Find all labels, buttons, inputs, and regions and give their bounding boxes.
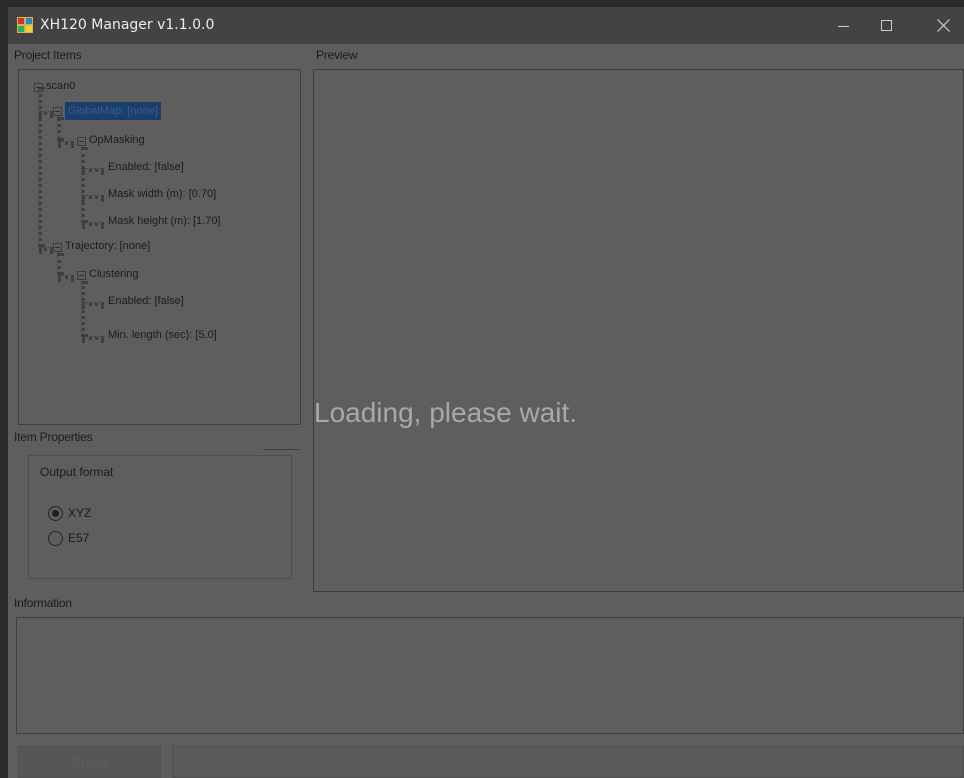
information-label: Information bbox=[14, 596, 72, 610]
tree-connector bbox=[39, 247, 53, 251]
tree-collapse-icon[interactable] bbox=[34, 83, 43, 92]
tree-node-mask-height[interactable]: Mask height (m): [1.70] bbox=[108, 215, 221, 227]
radio-xyz-label[interactable]: XYZ bbox=[68, 506, 91, 520]
tree-connector bbox=[58, 141, 74, 145]
tree-node-clustering-enabled[interactable]: Enabled: [false] bbox=[108, 295, 184, 307]
item-properties-label: Item Properties bbox=[14, 430, 93, 444]
preview-panel[interactable]: Loading, please wait. bbox=[313, 69, 964, 592]
tree-connector bbox=[39, 111, 53, 115]
tree-connector bbox=[57, 117, 61, 141]
tree-connector bbox=[81, 147, 85, 223]
project-items-label: Project Items bbox=[14, 48, 82, 62]
tree-node-trajectory[interactable]: Trajectory: [none] bbox=[65, 240, 150, 252]
close-icon bbox=[937, 19, 950, 32]
maximize-button[interactable] bbox=[863, 7, 911, 44]
minimize-icon bbox=[838, 26, 849, 27]
close-button[interactable] bbox=[920, 7, 964, 44]
export-button[interactable]: Export bbox=[18, 746, 161, 778]
tree-collapse-icon[interactable] bbox=[77, 271, 86, 280]
window-title: XH120 Manager v1.1.0.0 bbox=[40, 17, 215, 33]
information-box[interactable] bbox=[16, 617, 964, 734]
tree-connector bbox=[82, 336, 104, 340]
tree-connector bbox=[82, 222, 104, 226]
output-format-legend: Output format bbox=[38, 465, 116, 479]
tree-node-opmasking[interactable]: OpMasking bbox=[89, 134, 145, 146]
tree-collapse-icon[interactable] bbox=[77, 137, 86, 146]
tree-collapse-icon[interactable] bbox=[53, 107, 62, 116]
client-area: Project Items Preview scan0 GlobalMap: [… bbox=[8, 44, 964, 778]
app-icon bbox=[17, 17, 33, 33]
tree-connector bbox=[58, 275, 74, 279]
tree-node-min-length[interactable]: Min. length (sec): [5.0] bbox=[108, 329, 217, 341]
minimize-button[interactable] bbox=[819, 7, 867, 44]
tree-connector bbox=[82, 195, 104, 199]
preview-label: Preview bbox=[316, 48, 358, 62]
radio-e57-label[interactable]: E57 bbox=[68, 531, 89, 545]
tree-node-clustering[interactable]: Clustering bbox=[89, 268, 139, 280]
tree-node-scan0[interactable]: scan0 bbox=[46, 80, 75, 92]
main-window: XH120 Manager v1.1.0.0 Project Items Pre… bbox=[8, 7, 964, 778]
tree-connector bbox=[81, 281, 85, 337]
loading-message: Loading, please wait. bbox=[314, 397, 578, 428]
tree-connector bbox=[57, 253, 61, 275]
tree-node-opmasking-enabled[interactable]: Enabled: [false] bbox=[108, 161, 184, 173]
tree-collapse-icon[interactable] bbox=[53, 243, 62, 252]
tree-connector bbox=[82, 302, 104, 306]
tree-connector bbox=[82, 168, 104, 172]
status-field bbox=[172, 746, 964, 778]
maximize-icon bbox=[881, 20, 892, 31]
radio-xyz[interactable] bbox=[48, 506, 63, 521]
splitter-handle[interactable] bbox=[263, 449, 299, 450]
title-bar[interactable]: XH120 Manager v1.1.0.0 bbox=[8, 7, 964, 44]
radio-e57[interactable] bbox=[48, 531, 63, 546]
project-tree[interactable]: scan0 GlobalMap: [none] OpMasking Enable… bbox=[18, 69, 301, 425]
tree-node-mask-width[interactable]: Mask width (m): [0.70] bbox=[108, 188, 216, 200]
tree-node-globalmap[interactable]: GlobalMap: [none] bbox=[65, 102, 161, 120]
